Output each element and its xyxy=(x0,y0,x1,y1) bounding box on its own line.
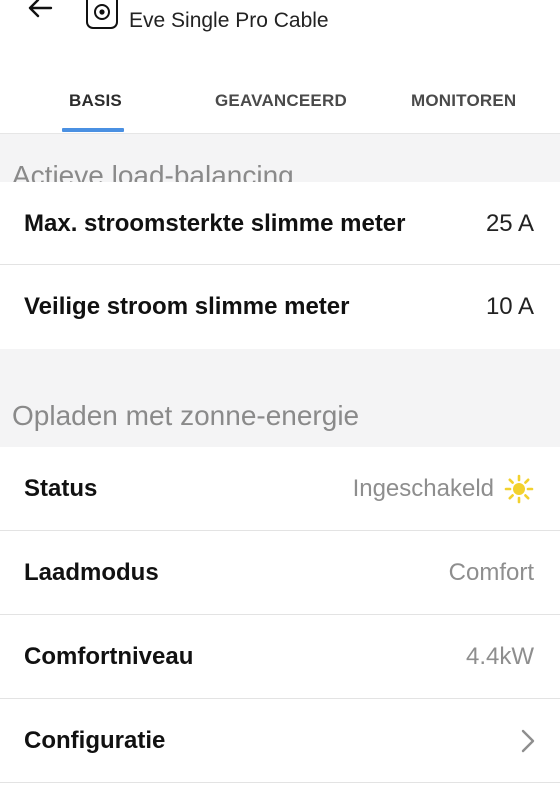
row-label: Laadmodus xyxy=(24,559,159,586)
row-status[interactable]: Status Ingeschakeld xyxy=(0,447,560,531)
row-value: Comfort xyxy=(448,559,534,586)
device-title: Eve Single Pro Cable xyxy=(129,9,329,32)
status-value: Ingeschakeld xyxy=(352,475,494,502)
tab-basis[interactable]: BASIS xyxy=(69,72,122,134)
row-safe-current[interactable]: Veilige stroom slimme meter 10 A xyxy=(0,265,560,349)
charger-icon xyxy=(86,0,118,29)
row-label: Configuratie xyxy=(24,727,166,754)
row-value: 25 A xyxy=(485,209,534,237)
active-tab-indicator xyxy=(62,128,124,132)
load-balancing-card: Max. stroomsterkte slimme meter 25 A Vei… xyxy=(0,182,560,349)
row-label: Comfortniveau xyxy=(24,643,194,670)
back-button[interactable] xyxy=(22,0,58,26)
tab-geavanceerd[interactable]: GEAVANCEERD xyxy=(215,72,347,134)
row-label: Veilige stroom slimme meter xyxy=(24,293,350,320)
tab-monitoren[interactable]: MONITOREN xyxy=(411,72,516,134)
chevron-right-icon xyxy=(521,729,535,753)
row-max-current[interactable]: Max. stroomsterkte slimme meter 25 A xyxy=(0,182,560,265)
row-label: Max. stroomsterkte slimme meter xyxy=(24,209,406,237)
row-configuratie[interactable]: Configuratie xyxy=(0,699,560,783)
arrow-left-icon xyxy=(28,0,53,18)
row-comfortniveau[interactable]: Comfortniveau 4.4kW xyxy=(0,615,560,699)
app-header: Eve Single Pro Cable BASIS GEAVANCEERD M… xyxy=(0,0,560,134)
row-value: Ingeschakeld xyxy=(353,447,534,531)
section-title-solar: Opladen met zonne-energie xyxy=(12,400,360,431)
sun-icon xyxy=(504,474,534,504)
row-laadmodus[interactable]: Laadmodus Comfort xyxy=(0,531,560,615)
row-label: Status xyxy=(24,475,98,502)
row-value: 4.4kW xyxy=(465,643,534,670)
solar-card: Status Ingeschakeld Laadmodus Comfort Co… xyxy=(0,447,560,800)
row-value: 10 A xyxy=(485,293,534,320)
tab-bar: BASIS GEAVANCEERD MONITOREN xyxy=(0,72,560,134)
